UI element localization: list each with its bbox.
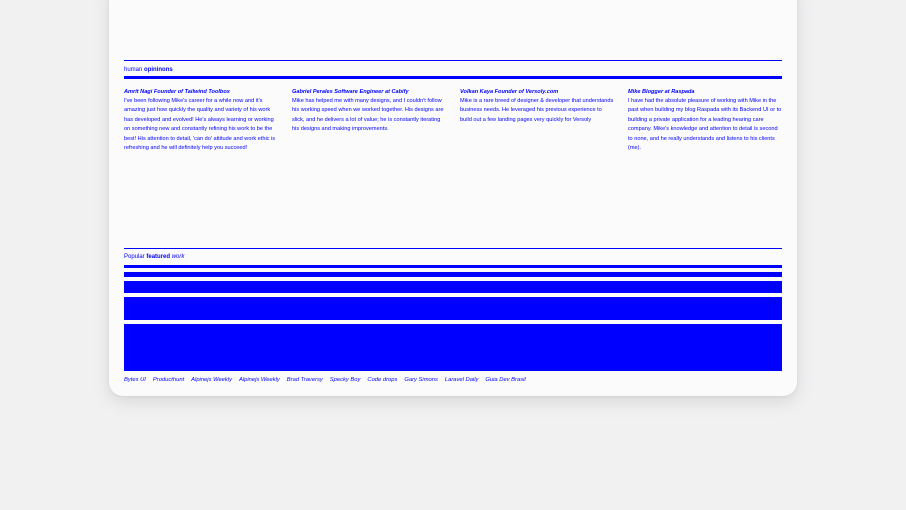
featured-heading-bold: featured bbox=[146, 254, 171, 260]
opinions-heading-bold: opininons bbox=[144, 67, 173, 73]
opinions-heading: human opininons bbox=[124, 66, 782, 74]
testimonial-card: Amrit Nagi Founder of Tailwind Toolbox I… bbox=[124, 88, 278, 153]
testimonial-author: Gabriel Perales Software Engineer at Cab… bbox=[292, 89, 409, 95]
featured-link[interactable]: Laravel Daily bbox=[445, 376, 479, 384]
featured-heading-prefix: Popular bbox=[124, 254, 145, 260]
featured-link[interactable]: Specky Boy bbox=[330, 376, 361, 384]
featured-work-bar[interactable] bbox=[124, 297, 782, 320]
testimonial-author: Volkan Kaya Founder of Versoly.com bbox=[460, 89, 559, 95]
featured-link[interactable]: Code drops bbox=[367, 376, 397, 384]
featured-links: Bytes UI Producthunt Alpinejs Weekly Alp… bbox=[124, 376, 526, 384]
testimonials-grid: Amrit Nagi Founder of Tailwind Toolbox I… bbox=[124, 88, 782, 153]
opinions-heading-prefix: human bbox=[124, 67, 143, 73]
testimonial-card: Gabriel Perales Software Engineer at Cab… bbox=[292, 88, 446, 153]
testimonial-author: Amrit Nagi Founder of Tailwind Toolbox bbox=[124, 89, 230, 95]
testimonial-card: Volkan Kaya Founder of Versoly.com Mike … bbox=[460, 88, 614, 153]
featured-work-bar[interactable] bbox=[124, 265, 782, 268]
featured-link[interactable]: Gary Simons bbox=[404, 376, 438, 384]
featured-work-bar[interactable] bbox=[124, 281, 782, 293]
featured-link[interactable]: Alpinejs Weekly bbox=[191, 376, 232, 384]
featured-top-rule bbox=[124, 248, 782, 249]
featured-link[interactable]: Guia Dev Brasil bbox=[485, 376, 525, 384]
featured-work-bar[interactable] bbox=[124, 324, 782, 371]
testimonial-text: I've been following Mike's career for a … bbox=[124, 98, 276, 152]
featured-link[interactable]: Bytes UI bbox=[124, 376, 146, 384]
content-card: human opininons Amrit Nagi Founder of Ta… bbox=[109, 0, 797, 396]
testimonial-text: Mike has helped me with many designs, an… bbox=[292, 98, 444, 133]
featured-link[interactable]: Brad Traversy bbox=[287, 376, 323, 384]
testimonial-text: I have had the absolute pleasure of work… bbox=[628, 98, 782, 152]
featured-heading: Popular featured work bbox=[124, 253, 782, 261]
opinions-top-rule bbox=[124, 60, 782, 61]
opinions-thick-rule bbox=[124, 76, 782, 79]
featured-link[interactable]: Alpinejs Weekly bbox=[239, 376, 280, 384]
testimonial-text: Mike is a rare breed of designer & devel… bbox=[460, 98, 614, 123]
featured-link[interactable]: Producthunt bbox=[153, 376, 184, 384]
featured-work-bar[interactable] bbox=[124, 272, 782, 277]
testimonial-card: Mike Blogger at Raspada I have had the a… bbox=[628, 88, 782, 153]
testimonial-author: Mike Blogger at Raspada bbox=[628, 89, 695, 95]
featured-heading-italic: work bbox=[171, 254, 185, 260]
